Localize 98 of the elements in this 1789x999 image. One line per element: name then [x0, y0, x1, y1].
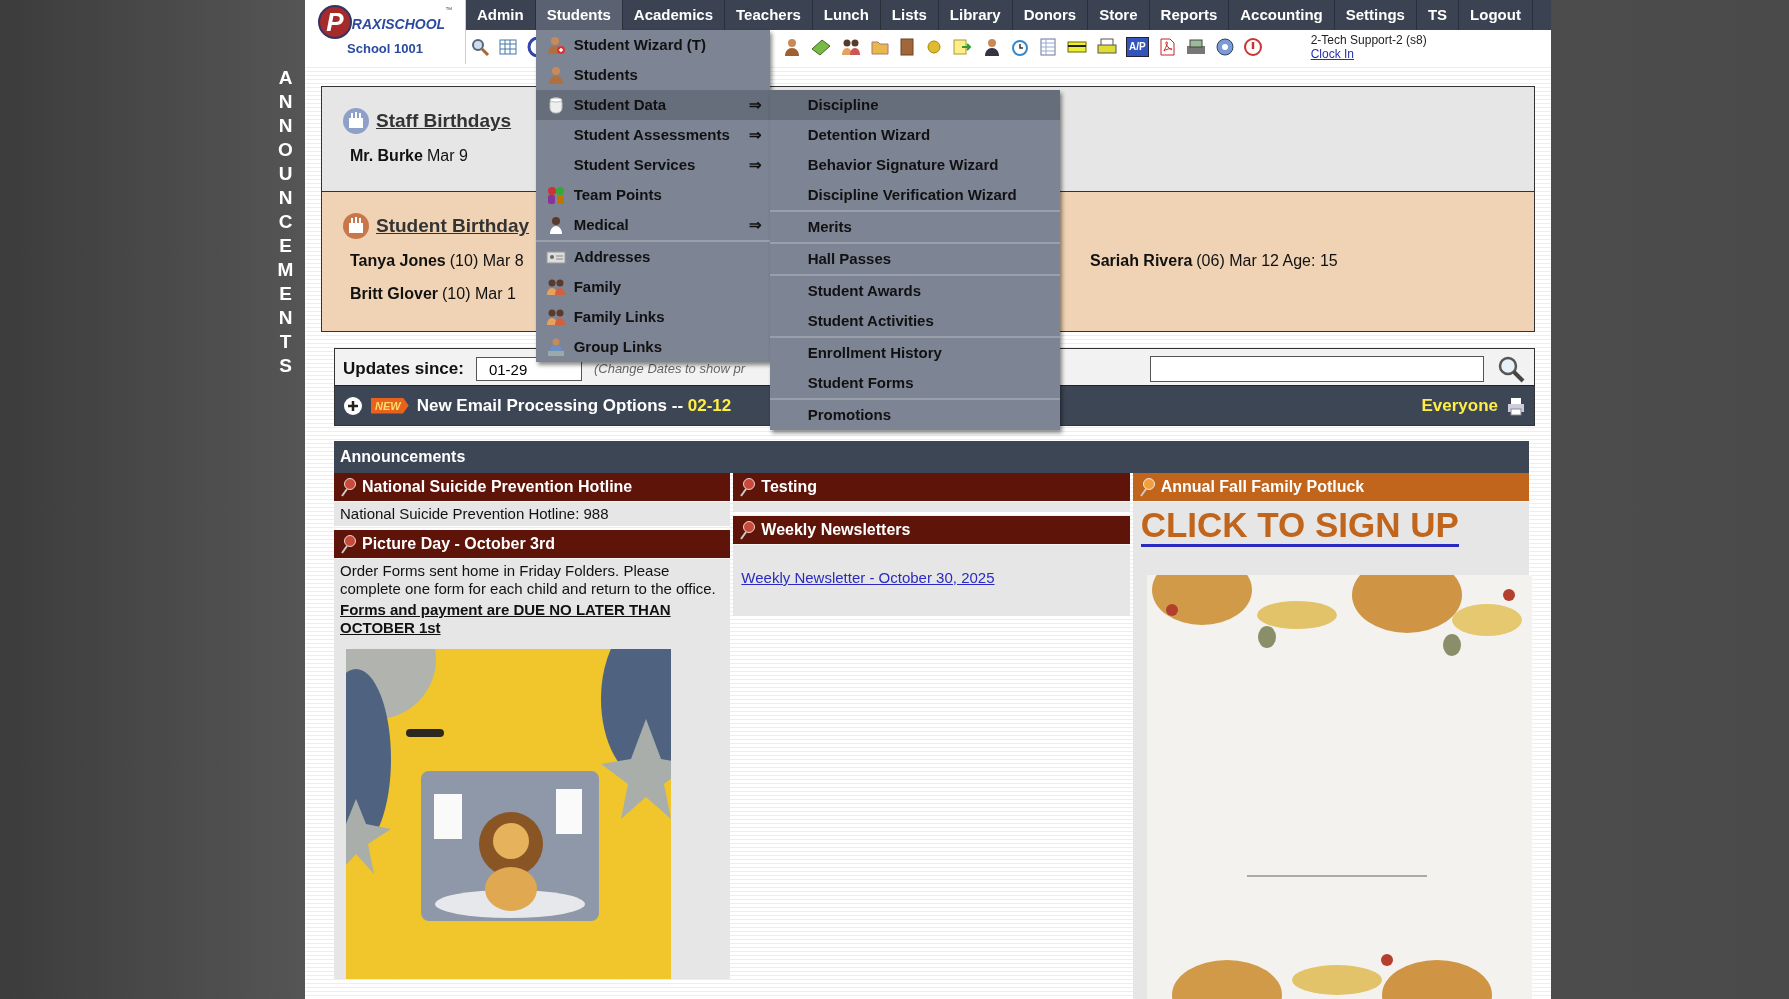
- grid-icon[interactable]: [498, 37, 518, 57]
- nav-tab[interactable]: Settings: [1334, 0, 1417, 30]
- nav-tab[interactable]: Lunch: [812, 0, 881, 30]
- updates-label: Updates since:: [343, 358, 464, 381]
- birthday-date: (06) Mar 12 Age: 15: [1196, 251, 1338, 271]
- email-date: 02-12: [687, 394, 732, 417]
- person-icon[interactable]: [982, 37, 1002, 57]
- nav-tab[interactable]: Students: [535, 0, 623, 30]
- menu-item[interactable]: Medical ⇒: [535, 210, 770, 240]
- cash-register-icon[interactable]: [1184, 37, 1207, 57]
- clock-in-link[interactable]: Clock In: [1310, 47, 1355, 61]
- menu-item[interactable]: Student Assessments ⇒: [535, 120, 770, 150]
- menu-item[interactable]: Student Awards: [769, 276, 1060, 306]
- birthday-date: Mar 9: [426, 145, 468, 166]
- people-icon: [545, 277, 566, 297]
- coin-icon[interactable]: [924, 37, 944, 57]
- nav-tab[interactable]: Lists: [880, 0, 939, 30]
- submenu-arrow: ⇒: [748, 214, 762, 235]
- person-add-icon: [545, 35, 566, 55]
- email-title: New Email Processing Options --: [416, 394, 685, 417]
- birthday-date: (10) Mar 8: [449, 251, 524, 271]
- school-name: School 1001: [347, 40, 423, 59]
- birthday-name: Britt Glover: [350, 284, 438, 304]
- clock-icon[interactable]: [1010, 37, 1030, 57]
- help-icon[interactable]: [1214, 37, 1235, 57]
- menu-item[interactable]: Promotions: [769, 400, 1060, 430]
- nav-tab[interactable]: Logout: [1459, 0, 1533, 30]
- announcement-title: Annual Fall Family Potluck: [1160, 477, 1365, 497]
- nav-tab[interactable]: Reports: [1149, 0, 1230, 30]
- audience-label: Everyone: [1421, 394, 1498, 417]
- ap-icon[interactable]: A/P: [1126, 37, 1149, 57]
- user-name: 2-Tech Support-2 (s8): [1310, 33, 1427, 47]
- new-badge: NEW: [371, 397, 409, 414]
- menu-item[interactable]: Students: [535, 60, 770, 90]
- staff-birthdays-link[interactable]: Staff Birthdays: [376, 107, 512, 136]
- signup-link[interactable]: CLICK TO SIGN UP: [1140, 506, 1459, 547]
- menu-item[interactable]: Merits: [769, 212, 1060, 242]
- birthday-name: Tanya Jones: [350, 251, 446, 271]
- nav-tab[interactable]: Academics: [622, 0, 726, 30]
- menu-item[interactable]: Student Data ⇒: [535, 90, 770, 120]
- date-hint: (Change Dates to show pr: [593, 360, 745, 379]
- announcement-text: National Suicide Prevention Hotline: 988: [339, 504, 610, 524]
- expand-icon[interactable]: [343, 395, 363, 416]
- logo-initial: P: [317, 5, 352, 40]
- nav-tab[interactable]: Store: [1088, 0, 1150, 30]
- student-birthdays-link[interactable]: Student Birthday: [376, 212, 530, 241]
- search-icon[interactable]: [1496, 355, 1526, 383]
- menu-item[interactable]: Student Wizard (T): [535, 30, 770, 60]
- group-icon: [545, 337, 566, 357]
- menu-item[interactable]: Student Activities: [769, 306, 1060, 336]
- announcement-title: National Suicide Prevention Hotline: [362, 477, 633, 497]
- document-arrow-icon[interactable]: [952, 37, 974, 57]
- submenu-arrow: ⇒: [748, 154, 762, 175]
- logo-name: RAXISCHOOL: [351, 15, 446, 35]
- menu-item[interactable]: Discipline: [769, 90, 1060, 120]
- birthday-name: Sariah Rivera: [1090, 251, 1193, 271]
- menu-item[interactable]: Enrollment History: [769, 338, 1060, 368]
- nav-tab[interactable]: Accounting: [1229, 0, 1335, 30]
- printer-icon[interactable]: [1096, 37, 1118, 57]
- side-label: ANNOUNCEMENTS: [276, 66, 295, 378]
- submenu-arrow: ⇒: [748, 94, 762, 115]
- menu-item[interactable]: Team Points: [535, 180, 770, 210]
- stop-icon[interactable]: [1242, 37, 1263, 57]
- announcement-title: Testing: [761, 477, 818, 497]
- announcement-title: Picture Day - October 3rd: [362, 534, 555, 554]
- cake-icon: [342, 212, 370, 241]
- announcement-emphasis: Forms and payment are DUE NO LATER THAN OCTOBER 1st: [339, 601, 672, 637]
- team-icon: [545, 185, 566, 205]
- submenu-arrow: ⇒: [748, 124, 762, 145]
- menu-item[interactable]: Student Services ⇒: [535, 150, 770, 180]
- printer-icon[interactable]: [1506, 395, 1526, 416]
- nav-tab[interactable]: Donors: [1012, 0, 1089, 30]
- people-icon: [545, 307, 566, 327]
- menu-item[interactable]: Family: [535, 272, 770, 302]
- menu-item[interactable]: Discipline Verification Wizard: [769, 180, 1060, 210]
- menu-item[interactable]: Family Links: [535, 302, 770, 332]
- menu-item[interactable]: Student Forms: [769, 368, 1060, 398]
- menu-item[interactable]: Behavior Signature Wizard: [769, 150, 1060, 180]
- menu-item[interactable]: Detention Wizard: [769, 120, 1060, 150]
- newsletter-link[interactable]: Weekly Newsletter - October 30, 2025: [733, 545, 1130, 616]
- nav-tab[interactable]: Admin: [466, 0, 536, 30]
- menu-item[interactable]: Addresses: [535, 242, 770, 272]
- announcement-title: Weekly Newsletters: [761, 520, 911, 540]
- search-field[interactable]: [1150, 356, 1484, 382]
- search-icon[interactable]: [470, 37, 490, 57]
- book-icon[interactable]: [898, 37, 916, 57]
- cake-icon: [342, 107, 370, 136]
- nav-tab[interactable]: Teachers: [725, 0, 813, 30]
- date-field[interactable]: 01-29: [475, 357, 582, 381]
- menu-item[interactable]: Hall Passes: [769, 244, 1060, 274]
- nav-tab[interactable]: TS: [1416, 0, 1460, 30]
- announcement-text: Order Forms sent home in Friday Folders. Please complete one form for each child and return to the office.: [339, 561, 717, 599]
- nav-tab[interactable]: Library: [938, 0, 1013, 30]
- announcements-title: Announcements: [340, 447, 466, 467]
- birthday-name: Mr. Burke: [350, 145, 423, 166]
- birthday-date: (10) Mar 1: [442, 284, 516, 304]
- people-icon[interactable]: [840, 37, 862, 57]
- money-icon[interactable]: [810, 37, 832, 57]
